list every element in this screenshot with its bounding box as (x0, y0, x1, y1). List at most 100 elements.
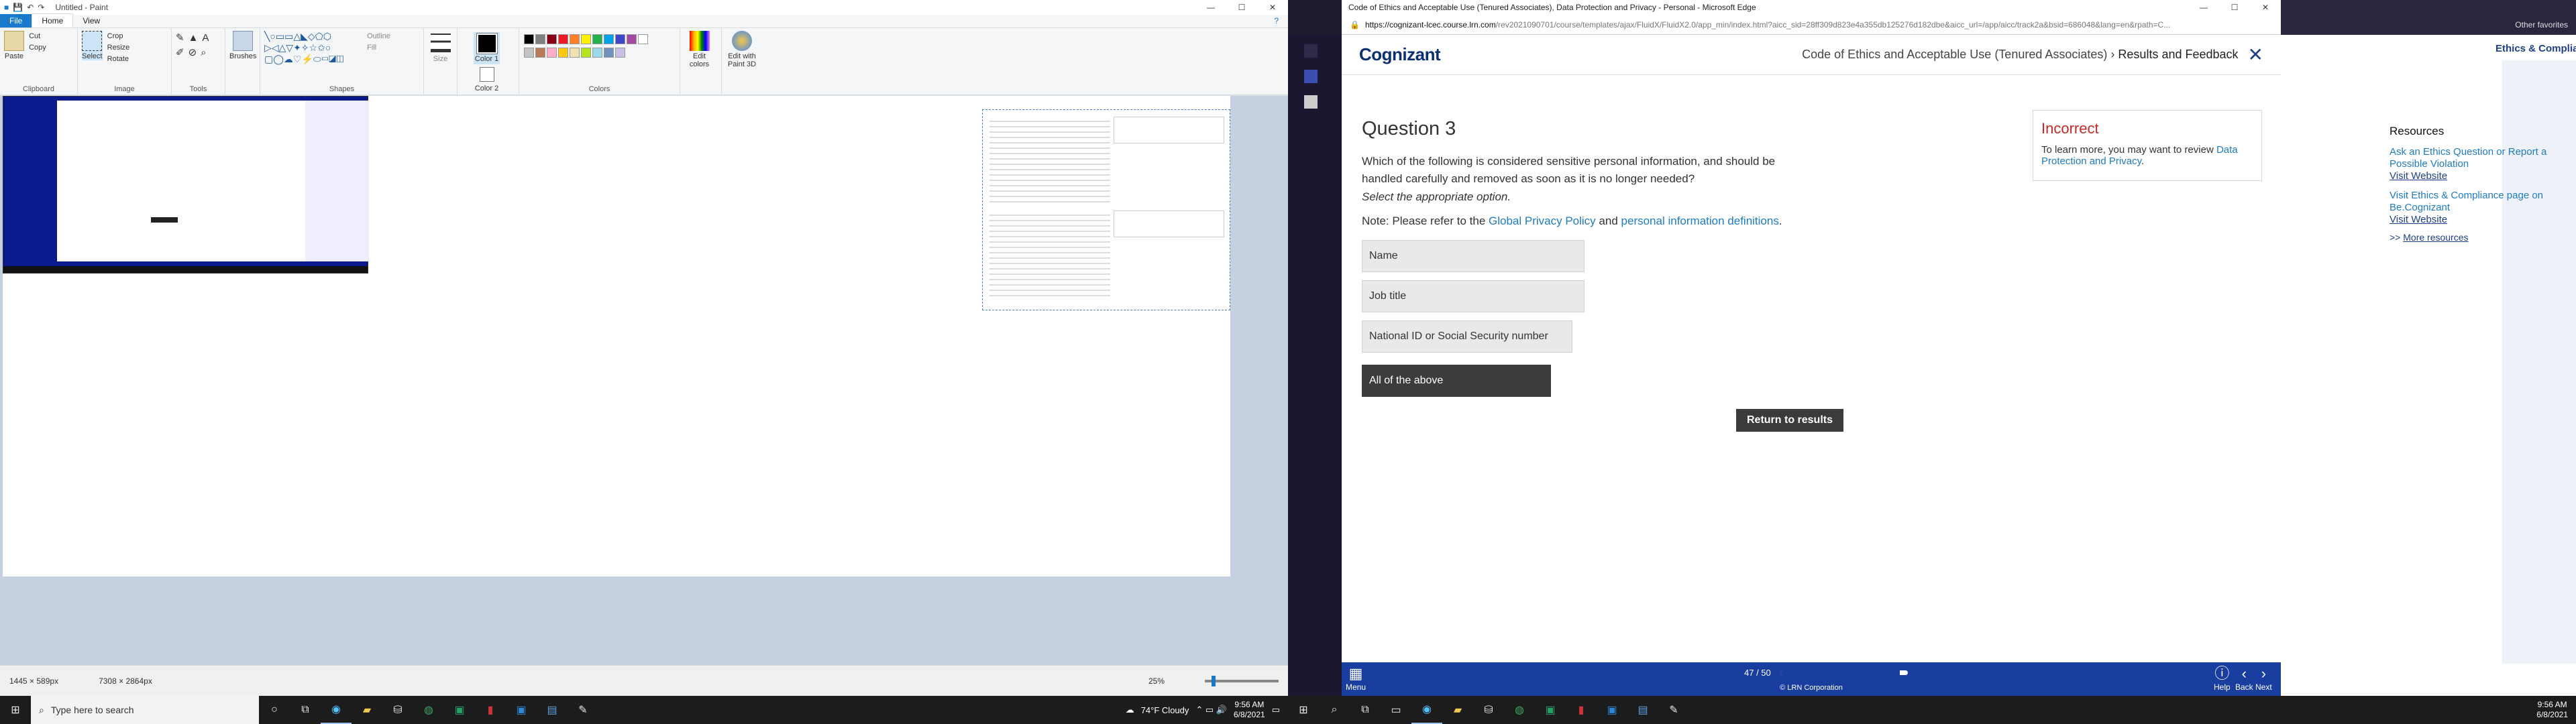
clock[interactable]: 9:56 AM 6/8/2021 (1234, 700, 1265, 720)
minimize-button[interactable]: — (1195, 3, 1226, 12)
ethics-question-link[interactable]: Ask an Ethics Question or Report a Possi… (2390, 146, 2571, 170)
color-swatch[interactable] (604, 34, 614, 44)
help-icon[interactable]: ? (1265, 14, 1288, 27)
option-name[interactable]: Name (1362, 240, 1585, 272)
breadcrumb-course[interactable]: Code of Ethics and Acceptable Use (Tenur… (1802, 48, 2107, 61)
other-favorites[interactable]: Other favorites (2515, 20, 2568, 29)
fill-dropdown[interactable]: Fill (367, 42, 390, 54)
crop-button[interactable]: Crop (107, 31, 130, 42)
color-palette[interactable] (523, 34, 651, 60)
chrome-icon[interactable]: ◍ (1504, 696, 1535, 724)
sidebar-tab-icon[interactable] (1304, 44, 1318, 58)
tool-icons[interactable]: ✎▲A ✐⊘⌕ (176, 31, 221, 60)
store-icon[interactable]: ⛁ (1473, 696, 1504, 724)
option-job-title[interactable]: Job title (1362, 280, 1585, 312)
color-swatch[interactable] (558, 48, 568, 58)
clock-2[interactable]: 9:56 AM 6/8/2021 (2536, 700, 2576, 720)
color-swatch[interactable] (592, 34, 602, 44)
color-swatch[interactable] (547, 48, 557, 58)
store-icon[interactable]: ⛁ (382, 696, 413, 724)
cut-button[interactable]: Cut (29, 31, 46, 42)
back-button[interactable]: ‹ Back (2235, 665, 2253, 692)
color1-button[interactable]: Color 1 (473, 32, 500, 64)
canvas-area[interactable] (0, 96, 1288, 665)
ethics-page-link[interactable]: Visit Ethics & Compliance page on Be.Cog… (2390, 190, 2571, 214)
color-swatch[interactable] (570, 48, 580, 58)
redo-icon[interactable]: ↷ (38, 3, 44, 12)
edge-close-button[interactable]: ✕ (2250, 3, 2281, 12)
color2-button[interactable]: Color 2 (475, 64, 498, 93)
start-button[interactable]: ⊞ (0, 696, 31, 724)
undo-icon[interactable]: ↶ (27, 3, 34, 12)
personal-info-definitions-link[interactable]: personal information definitions (1621, 215, 1779, 227)
edge-taskbar-icon[interactable]: ◉ (1411, 696, 1442, 724)
zoom-slider[interactable] (1205, 675, 1279, 686)
notifications-icon[interactable]: ▭ (1272, 705, 1280, 715)
chrome-icon[interactable]: ◍ (413, 696, 444, 724)
search-icon[interactable]: ⌕ (1319, 696, 1350, 724)
visit-website-link-1[interactable]: Visit Website (2390, 170, 2571, 182)
paint-canvas[interactable] (3, 96, 1230, 577)
rotate-button[interactable]: Rotate (107, 54, 130, 65)
color-swatch[interactable] (604, 48, 614, 58)
color-swatch[interactable] (592, 48, 602, 58)
color-swatch[interactable] (615, 48, 625, 58)
file-explorer-icon[interactable]: ▰ (352, 696, 382, 724)
paint-taskbar-icon[interactable]: ✎ (1658, 696, 1689, 724)
excel-icon[interactable]: ▣ (1535, 696, 1566, 724)
sidebar-tab-icon[interactable] (1304, 95, 1318, 109)
resize-button[interactable]: Resize (107, 42, 130, 54)
color-swatch[interactable] (615, 34, 625, 44)
tab-file[interactable]: File (0, 14, 32, 27)
weather[interactable]: 74°F Cloudy (1141, 705, 1189, 715)
task-view-icon[interactable]: ⧉ (290, 696, 321, 724)
edge-taskbar-icon[interactable]: ◉ (321, 696, 352, 724)
color-swatch[interactable] (524, 34, 534, 44)
edit-paint3d-button[interactable]: Edit with Paint 3D (726, 31, 758, 68)
color-swatch[interactable] (627, 34, 637, 44)
outlook-icon[interactable]: ▣ (506, 696, 537, 724)
color-swatch[interactable] (581, 48, 591, 58)
taskbar-search[interactable]: ⌕ Type here to search (31, 696, 259, 724)
shape-gallery[interactable]: ╲○▭▭△◣◇⬠⬡ ▷◁△▽✦✧☆✩○ ▢◯☁♡⚡⬭▭◪◫ (264, 31, 365, 65)
select-button[interactable]: Select (82, 31, 103, 60)
widgets-icon[interactable]: ▭ (1381, 696, 1411, 724)
file-explorer-icon[interactable]: ▰ (1442, 696, 1473, 724)
edge-maximize-button[interactable]: ☐ (2219, 3, 2250, 12)
color-swatch[interactable] (524, 48, 534, 58)
size-button[interactable]: Size (433, 55, 447, 63)
address-bar[interactable]: 🔒 https://cognizant-lcec.course.lrn.com … (1342, 15, 2281, 35)
visit-website-link-2[interactable]: Visit Website (2390, 214, 2571, 225)
edit-colors-button[interactable]: Edit colors (684, 31, 714, 68)
tab-view[interactable]: View (73, 14, 109, 27)
close-button[interactable]: ✕ (1257, 3, 1288, 12)
tray-icons[interactable]: ⌃ ▭ 🔊 (1195, 705, 1227, 715)
color-swatch[interactable] (581, 34, 591, 44)
remote-desktop-icon[interactable]: ▤ (1627, 696, 1658, 724)
close-icon[interactable]: ✕ (2248, 45, 2263, 64)
outlook-icon[interactable]: ▣ (1597, 696, 1627, 724)
cortana-icon[interactable]: ○ (259, 696, 290, 724)
global-privacy-policy-link[interactable]: Global Privacy Policy (1489, 215, 1596, 227)
excel-icon[interactable]: ▣ (444, 696, 475, 724)
remote-desktop-icon[interactable]: ▤ (537, 696, 568, 724)
next-button[interactable]: › Next (2255, 665, 2272, 692)
save-icon[interactable]: 💾 (13, 3, 23, 12)
help-button[interactable]: ⓘ Help (2214, 665, 2231, 692)
app-icon[interactable]: ▮ (1566, 696, 1597, 724)
option-all-of-the-above[interactable]: All of the above (1362, 365, 1551, 397)
paint-taskbar-icon[interactable]: ✎ (568, 696, 598, 724)
color-swatch[interactable] (535, 48, 545, 58)
copy-button[interactable]: Copy (29, 42, 46, 54)
brushes-button[interactable]: Brushes (229, 31, 256, 60)
start-button-2[interactable]: ⊞ (1288, 696, 1319, 724)
size-icon[interactable] (430, 34, 451, 52)
app-icon[interactable]: ▮ (475, 696, 506, 724)
edge-minimize-button[interactable]: — (2188, 3, 2219, 12)
paste-button[interactable]: Paste (4, 31, 24, 60)
color-swatch[interactable] (638, 34, 648, 44)
color-swatch[interactable] (535, 34, 545, 44)
option-national-id[interactable]: National ID or Social Security number (1362, 320, 1572, 353)
return-to-results-button[interactable]: Return to results (1736, 409, 1843, 432)
maximize-button[interactable]: ☐ (1226, 3, 1257, 12)
